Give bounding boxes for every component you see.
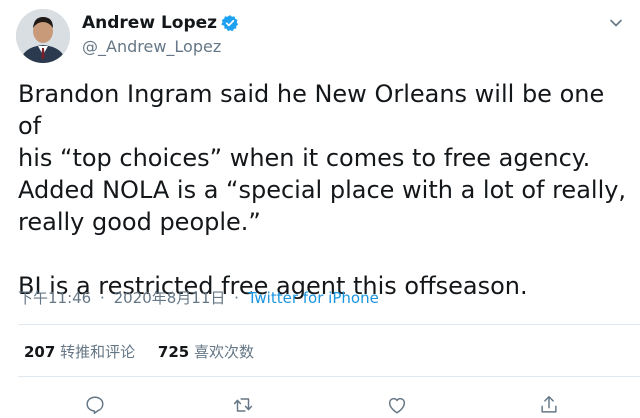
tweet-source-link[interactable]: Twitter for iPhone (248, 289, 379, 307)
meta-separator: · (234, 289, 239, 307)
author-display-name[interactable]: Andrew Lopez (82, 13, 239, 33)
divider (18, 324, 640, 325)
share-icon[interactable] (538, 394, 560, 416)
retweets-label: 转推和评论 (60, 343, 136, 361)
reply-icon[interactable] (84, 394, 106, 416)
divider (18, 376, 640, 377)
retweets-count: 207 (24, 343, 56, 361)
likes-stat[interactable]: 725 喜欢次数 (158, 343, 254, 361)
tweet-stats: 207 转推和评论 725 喜欢次数 (24, 342, 272, 362)
chevron-down-icon[interactable] (608, 15, 624, 31)
tweet-card: Andrew Lopez @_Andrew_Lopez Brandon Ingr… (0, 0, 640, 418)
like-icon[interactable] (386, 394, 408, 416)
tweet-time[interactable]: 下午11:46 (18, 289, 91, 307)
meta-separator: · (100, 289, 105, 307)
likes-count: 725 (157, 343, 190, 361)
tweet-text: Brandon Ingram said he New Orleans will … (18, 80, 627, 300)
likes-label: 喜欢次数 (193, 343, 254, 361)
author-handle[interactable]: @_Andrew_Lopez (82, 37, 221, 57)
author-name-text: Andrew Lopez (82, 13, 218, 33)
verified-badge-icon (221, 14, 239, 32)
avatar[interactable] (16, 9, 70, 63)
tweet-date[interactable]: 2020年8月11日 (114, 289, 226, 307)
retweets-stat[interactable]: 207 转推和评论 (24, 343, 140, 361)
retweet-icon[interactable] (232, 394, 254, 416)
tweet-actions (0, 390, 640, 418)
tweet-metadata: 下午11:46 · 2020年8月11日 · Twitter for iPhon… (18, 288, 379, 308)
